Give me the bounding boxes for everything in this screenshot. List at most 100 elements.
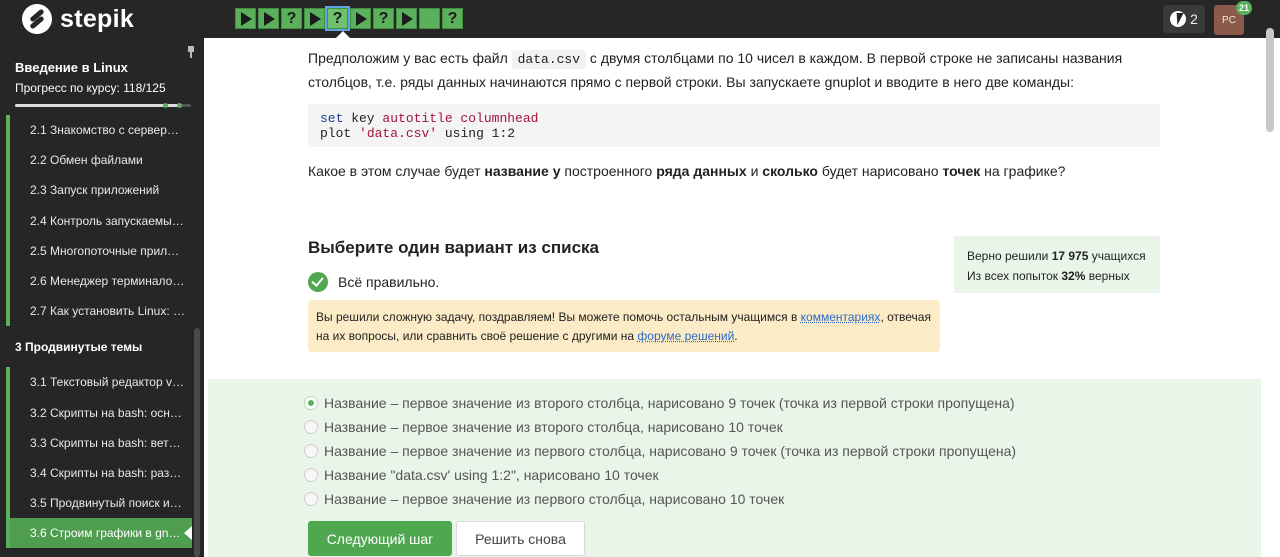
prompt-fragment: точек bbox=[942, 163, 981, 179]
sidebar-item-label: 2.4 Контроль запускаемы… bbox=[30, 213, 184, 228]
radio-button[interactable] bbox=[304, 444, 318, 458]
quiz-step[interactable]: ? bbox=[442, 8, 463, 29]
progress-marker bbox=[177, 103, 182, 108]
sidebar-item[interactable]: 2.5 Многопоточные прил… bbox=[6, 235, 192, 266]
page-scrollbar[interactable] bbox=[1266, 28, 1274, 132]
course-sidebar: Введение в Linux Прогресс по курсу: 118/… bbox=[0, 38, 204, 557]
sidebar-item[interactable]: 2.7 Как установить Linux: … bbox=[6, 296, 192, 327]
prompt-fragment: Какое в этом случае будет bbox=[308, 163, 485, 179]
sidebar-item[interactable]: 2.6 Менеджер терминало… bbox=[6, 265, 192, 297]
sidebar-scrollbar[interactable] bbox=[194, 328, 200, 557]
sidebar-item[interactable]: 3.5 Продвинутый поиск и… bbox=[6, 488, 192, 519]
sidebar-item[interactable]: 2.2 Обмен файлами bbox=[6, 145, 192, 176]
sidebar-item-label: 2.7 Как установить Linux: … bbox=[30, 304, 185, 319]
prompt-fragment: ряда данных bbox=[656, 163, 747, 179]
sidebar-item-label: 3.5 Продвинутый поиск и… bbox=[30, 496, 182, 511]
sidebar-item-label: 2.3 Запуск приложений bbox=[30, 183, 160, 198]
prompt-fragment: и bbox=[746, 163, 763, 179]
code-line: plot 'data.csv' using 1:2 bbox=[320, 126, 516, 141]
sidebar-item[interactable]: 3.6 Строим графики в gnu… bbox=[6, 518, 192, 549]
course-title[interactable]: Введение в Linux bbox=[15, 60, 128, 75]
top-bar: stepik ???? 2 PC 21 bbox=[0, 0, 1280, 38]
sidebar-item-label: 3.3 Скрипты на bash: вет… bbox=[30, 435, 181, 450]
intro-text: Предположим у вас есть файл bbox=[308, 50, 512, 66]
answer-option[interactable]: Название – первое значение из второго ст… bbox=[304, 395, 1015, 411]
sidebar-item-label: 3.1 Текстовый редактор v… bbox=[30, 375, 184, 390]
video-step[interactable] bbox=[396, 8, 417, 29]
radio-button[interactable] bbox=[304, 420, 318, 434]
answer-option[interactable]: Название – первое значение из первого ст… bbox=[304, 443, 1016, 459]
prompt-fragment: название у bbox=[484, 163, 561, 179]
prompt-fragment: сколько bbox=[762, 163, 818, 179]
progress-fill bbox=[15, 104, 182, 107]
quiz-step[interactable]: ? bbox=[373, 8, 394, 29]
sidebar-item-label: 2.1 Знакомство с сервер… bbox=[30, 123, 179, 138]
option-label: Название "data.csv' using 1:2", нарисова… bbox=[324, 467, 659, 483]
sidebar-item[interactable]: 2.1 Знакомство с сервер… bbox=[6, 115, 192, 146]
check-circle-icon bbox=[308, 272, 328, 292]
video-step[interactable] bbox=[350, 8, 371, 29]
step-content: Предположим у вас есть файл data.csv с д… bbox=[204, 38, 1264, 557]
logo-text: stepik bbox=[60, 4, 135, 33]
bolt-icon bbox=[1170, 11, 1187, 27]
text-step[interactable] bbox=[419, 8, 440, 29]
congrats-banner: Вы решили сложную задачу, поздравляем! В… bbox=[308, 300, 940, 352]
streak-button[interactable]: 2 bbox=[1163, 5, 1205, 33]
lesson-list: 2.1 Знакомство с сервер… 2.2 Обмен файлам… bbox=[6, 115, 192, 549]
option-label: Название – первое значение из первого ст… bbox=[324, 443, 1017, 459]
pin-icon[interactable] bbox=[186, 46, 196, 58]
answer-option[interactable]: Название – первое значение из второго ст… bbox=[304, 419, 783, 435]
radio-button[interactable] bbox=[304, 492, 318, 506]
video-step[interactable] bbox=[235, 8, 256, 29]
quiz-step[interactable]: ? bbox=[281, 8, 302, 29]
retry-button[interactable]: Решить снова bbox=[456, 521, 585, 556]
prompt-fragment: на графике? bbox=[980, 163, 1066, 179]
radio-button[interactable] bbox=[304, 468, 318, 482]
congrats-text: . bbox=[734, 329, 738, 343]
quiz-step[interactable]: ? bbox=[325, 6, 350, 31]
current-step-caret bbox=[336, 31, 350, 38]
attempts-stat: Из всех попыток 32% верных bbox=[967, 269, 1130, 283]
prompt-fragment: будет нарисовано bbox=[817, 163, 943, 179]
progress-marker bbox=[163, 103, 168, 108]
prompt-fragment: построенного bbox=[560, 163, 657, 179]
video-step[interactable] bbox=[304, 8, 325, 29]
option-label: Название – первое значение из второго ст… bbox=[324, 419, 783, 435]
inline-code: data.csv bbox=[511, 50, 587, 69]
sidebar-item-label: 2.5 Многопоточные прил… bbox=[30, 243, 180, 258]
question-prompt: Какое в этом случае будет название у пос… bbox=[308, 160, 1168, 182]
radio-button[interactable] bbox=[304, 396, 318, 410]
video-step[interactable] bbox=[258, 8, 279, 29]
notification-badge[interactable]: 21 bbox=[1236, 1, 1252, 15]
result-text: Всё правильно. bbox=[338, 274, 440, 290]
stats-box: Верно решили 17 975 учащихся Из всех поп… bbox=[954, 236, 1160, 293]
sidebar-item[interactable]: 3.3 Скрипты на bash: вет… bbox=[6, 427, 192, 458]
lesson-steps: ???? bbox=[235, 6, 463, 31]
answer-option[interactable]: Название "data.csv' using 1:2", нарисова… bbox=[304, 467, 659, 483]
result-row: Всё правильно. bbox=[308, 272, 439, 292]
sidebar-item[interactable]: 3.4 Скрипты на bash: раз… bbox=[6, 457, 192, 489]
progress-bar bbox=[15, 103, 191, 108]
solved-stat: Верно решили 17 975 учащихся bbox=[967, 249, 1146, 263]
next-step-button[interactable]: Следующий шаг bbox=[308, 521, 452, 556]
sidebar-item[interactable]: 3.1 Текстовый редактор v… bbox=[6, 367, 192, 398]
stepik-logo[interactable]: stepik bbox=[22, 4, 134, 34]
comments-link[interactable]: комментариях bbox=[801, 310, 881, 324]
sidebar-item-label: 3.2 Скрипты на bash: осн… bbox=[30, 405, 182, 420]
code-line: set key autotitle columnhead bbox=[320, 111, 539, 126]
answer-option[interactable]: Название – первое значение из первого ст… bbox=[304, 491, 784, 507]
sidebar-item[interactable]: 3.2 Скрипты на bash: осн… bbox=[6, 397, 192, 428]
code-block: set key autotitle columnhead plot 'data.… bbox=[308, 104, 1160, 147]
question-intro: Предположим у вас есть файл data.csv с д… bbox=[308, 47, 1168, 93]
sidebar-item[interactable]: 2.4 Контроль запускаемы… bbox=[6, 205, 192, 236]
solutions-forum-link[interactable]: форуме решений bbox=[637, 329, 734, 343]
option-label: Название – первое значение из второго ст… bbox=[324, 395, 1015, 411]
sidebar-item-label: 2.2 Обмен файлами bbox=[30, 153, 143, 168]
option-label: Название – первое значение из первого ст… bbox=[324, 491, 785, 507]
sidebar-section[interactable]: 3 Продвинутые темы bbox=[6, 326, 192, 367]
congrats-text: Вы решили сложную задачу, поздравляем! В… bbox=[316, 310, 801, 324]
sidebar-item-label: 3 Продвинутые темы bbox=[15, 339, 143, 354]
sidebar-item[interactable]: 2.3 Запуск приложений bbox=[6, 175, 192, 206]
sidebar-item-label: 3.4 Скрипты на bash: раз… bbox=[30, 465, 182, 480]
answer-heading: Выберите один вариант из списка bbox=[308, 238, 599, 257]
